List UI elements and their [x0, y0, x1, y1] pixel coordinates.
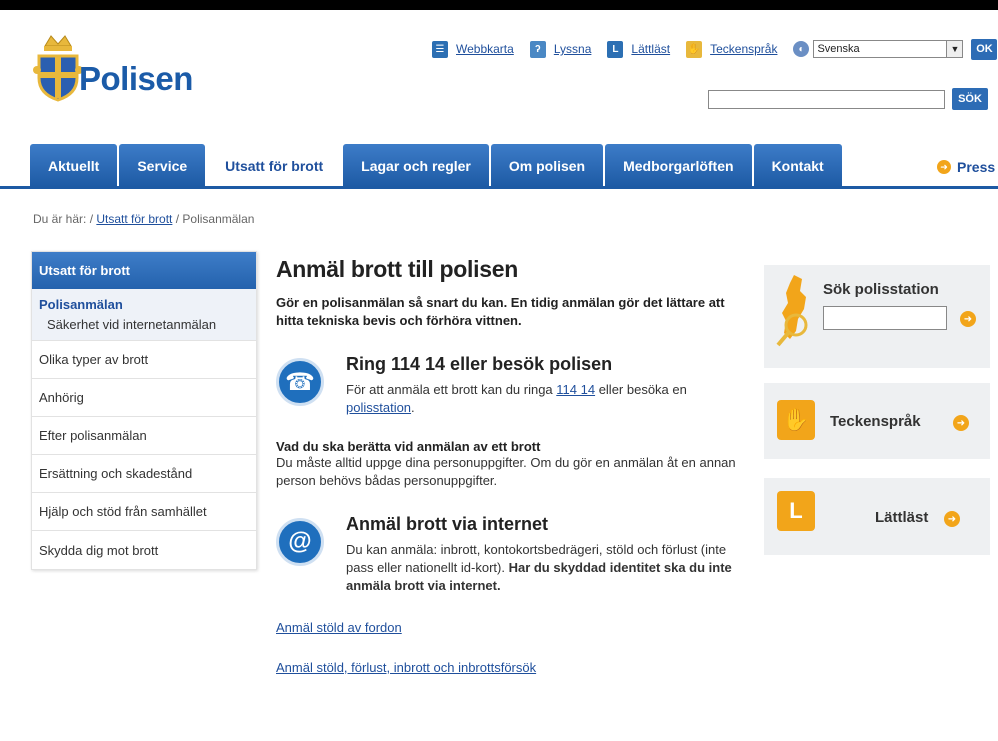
call-section: ☎ Ring 114 14 eller besök polisen För at…: [276, 354, 746, 417]
press-link[interactable]: ➜ Press: [937, 159, 995, 175]
tab-medborgarloften[interactable]: Medborgarlöften: [605, 144, 752, 187]
at-sign-icon: @: [276, 518, 324, 566]
info-heading: Vad du ska berätta vid anmälan av ett br…: [276, 439, 541, 454]
police-station-link[interactable]: polisstation: [346, 400, 411, 415]
station-search-title: Sök polisstation: [823, 281, 939, 298]
toolbar-easy-read[interactable]: L Lättläst: [607, 40, 670, 58]
sign-language-hand-icon: ✋: [777, 400, 815, 440]
lead-text: Gör en polisanmälan så snart du kan. En …: [276, 295, 725, 328]
page-title: Anmäl brott till polisen: [276, 256, 518, 282]
tab-service[interactable]: Service: [119, 144, 206, 187]
language-select[interactable]: Svenska ▼: [813, 40, 964, 58]
easy-read-icon: L: [607, 40, 624, 58]
arrow-right-icon: ➜: [937, 160, 951, 174]
breadcrumb-current: / Polisanmälan: [172, 212, 255, 226]
report-links: Anmäl stöld av fordon: [276, 619, 746, 637]
sitemap-icon: ☰: [432, 40, 448, 58]
tab-om-polisen[interactable]: Om polisen: [490, 144, 604, 187]
arrow-right-icon: ➜: [944, 511, 960, 527]
phone-icon: ☎: [276, 358, 324, 406]
tab-aktuellt[interactable]: Aktuellt: [30, 144, 118, 187]
info-section: Vad du ska berätta vid anmälan av ett br…: [276, 439, 746, 490]
search-input[interactable]: [708, 90, 945, 109]
call-text: För att anmäla ett brott kan du ringa 11…: [346, 382, 687, 415]
internet-text: Du kan anmäla: inbrott, kontokortsbedräg…: [346, 542, 732, 593]
side-item-polisanmalan[interactable]: Polisanmälan: [39, 297, 249, 312]
easy-read-link[interactable]: Lättläst: [631, 42, 670, 56]
side-menu: Utsatt för brott Polisanmälan Säkerhet v…: [31, 251, 257, 570]
station-search-go-icon[interactable]: ➜: [960, 311, 976, 327]
chevron-down-icon[interactable]: ▼: [946, 41, 963, 57]
language-value: Svenska: [817, 43, 860, 55]
breadcrumb: Du är här: / Utsatt för brott / Polisanm…: [33, 212, 254, 226]
station-search-input[interactable]: [823, 306, 947, 330]
report-vehicle-theft-link[interactable]: Anmäl stöld av fordon: [276, 620, 402, 635]
search-button[interactable]: SÖK: [952, 88, 988, 110]
listen-link[interactable]: Lyssna: [554, 42, 592, 56]
crown-shield-icon: [33, 35, 83, 102]
page: Polisen ☰ Webbkarta ʔ Lyssna L Lättläst …: [0, 10, 998, 741]
side-item-after-report[interactable]: Efter polisanmälan: [32, 417, 256, 455]
listen-icon: ʔ: [529, 40, 546, 58]
side-item-compensation[interactable]: Ersättning och skadestånd: [32, 455, 256, 493]
internet-heading: Anmäl brott via internet: [346, 514, 549, 534]
internet-section: @ Anmäl brott via internet Du kan anmäla…: [276, 514, 746, 595]
top-toolbar: ☰ Webbkarta ʔ Lyssna L Lättläst ✋ Tecken…: [432, 38, 998, 60]
sign-language-box[interactable]: ✋ Teckenspråk ➜: [764, 383, 990, 459]
sweden-map-icon: [776, 275, 808, 347]
side-item-help-support[interactable]: Hjälp och stöd från samhället: [32, 493, 256, 531]
side-item-protect-yourself[interactable]: Skydda dig mot brott: [32, 531, 256, 569]
side-subitem-internet-security[interactable]: Säkerhet vid internetanmälan: [39, 317, 249, 332]
side-item-crime-types[interactable]: Olika typer av brott: [32, 341, 256, 379]
sign-language-link[interactable]: Teckenspråk: [710, 42, 777, 56]
sign-language-icon: ✋: [686, 40, 703, 58]
easy-read-label: Lättläst: [875, 509, 929, 526]
breadcrumb-prefix: Du är här: /: [33, 212, 97, 226]
tab-kontakt[interactable]: Kontakt: [753, 144, 842, 187]
side-menu-selected: Polisanmälan Säkerhet vid internetanmäla…: [32, 289, 256, 341]
report-links-2: Anmäl stöld, förlust, inbrott och inbrot…: [276, 659, 746, 677]
language-ok-button[interactable]: OK: [971, 38, 998, 60]
phone-link[interactable]: 114 14: [556, 382, 595, 397]
breadcrumb-link[interactable]: Utsatt för brott: [96, 212, 172, 226]
toolbar-sitemap[interactable]: ☰ Webbkarta: [432, 40, 514, 58]
info-text: Du måste alltid uppge dina personuppgift…: [276, 455, 736, 488]
logo-text[interactable]: Polisen: [79, 60, 193, 98]
sign-language-label: Teckenspråk: [830, 413, 921, 430]
easy-read-l-icon: L: [777, 491, 815, 531]
side-menu-header[interactable]: Utsatt för brott: [32, 252, 256, 289]
main-nav: Aktuellt Service Utsatt för brott Lagar …: [30, 144, 844, 187]
tab-utsatt-for-brott[interactable]: Utsatt för brott: [207, 144, 342, 187]
globe-icon: ◐: [793, 41, 810, 57]
sitemap-link[interactable]: Webbkarta: [456, 42, 514, 56]
arrow-right-icon: ➜: [953, 415, 969, 431]
nav-underline: [0, 186, 998, 189]
press-label: Press: [957, 159, 996, 175]
easy-read-box[interactable]: L Lättläst ➜: [764, 478, 990, 555]
tab-lagar-och-regler[interactable]: Lagar och regler: [343, 144, 489, 187]
toolbar-listen[interactable]: ʔ Lyssna: [529, 40, 592, 58]
main-content: Anmäl brott till polisen Gör en polisanm…: [276, 256, 746, 677]
side-item-relatives[interactable]: Anhörig: [32, 379, 256, 417]
toolbar-sign-language[interactable]: ✋ Teckenspråk: [686, 40, 777, 58]
report-theft-burglary-link[interactable]: Anmäl stöld, förlust, inbrott och inbrot…: [276, 660, 536, 675]
call-heading: Ring 114 14 eller besök polisen: [346, 354, 613, 374]
police-station-search-box: Sök polisstation ➜: [764, 265, 990, 368]
